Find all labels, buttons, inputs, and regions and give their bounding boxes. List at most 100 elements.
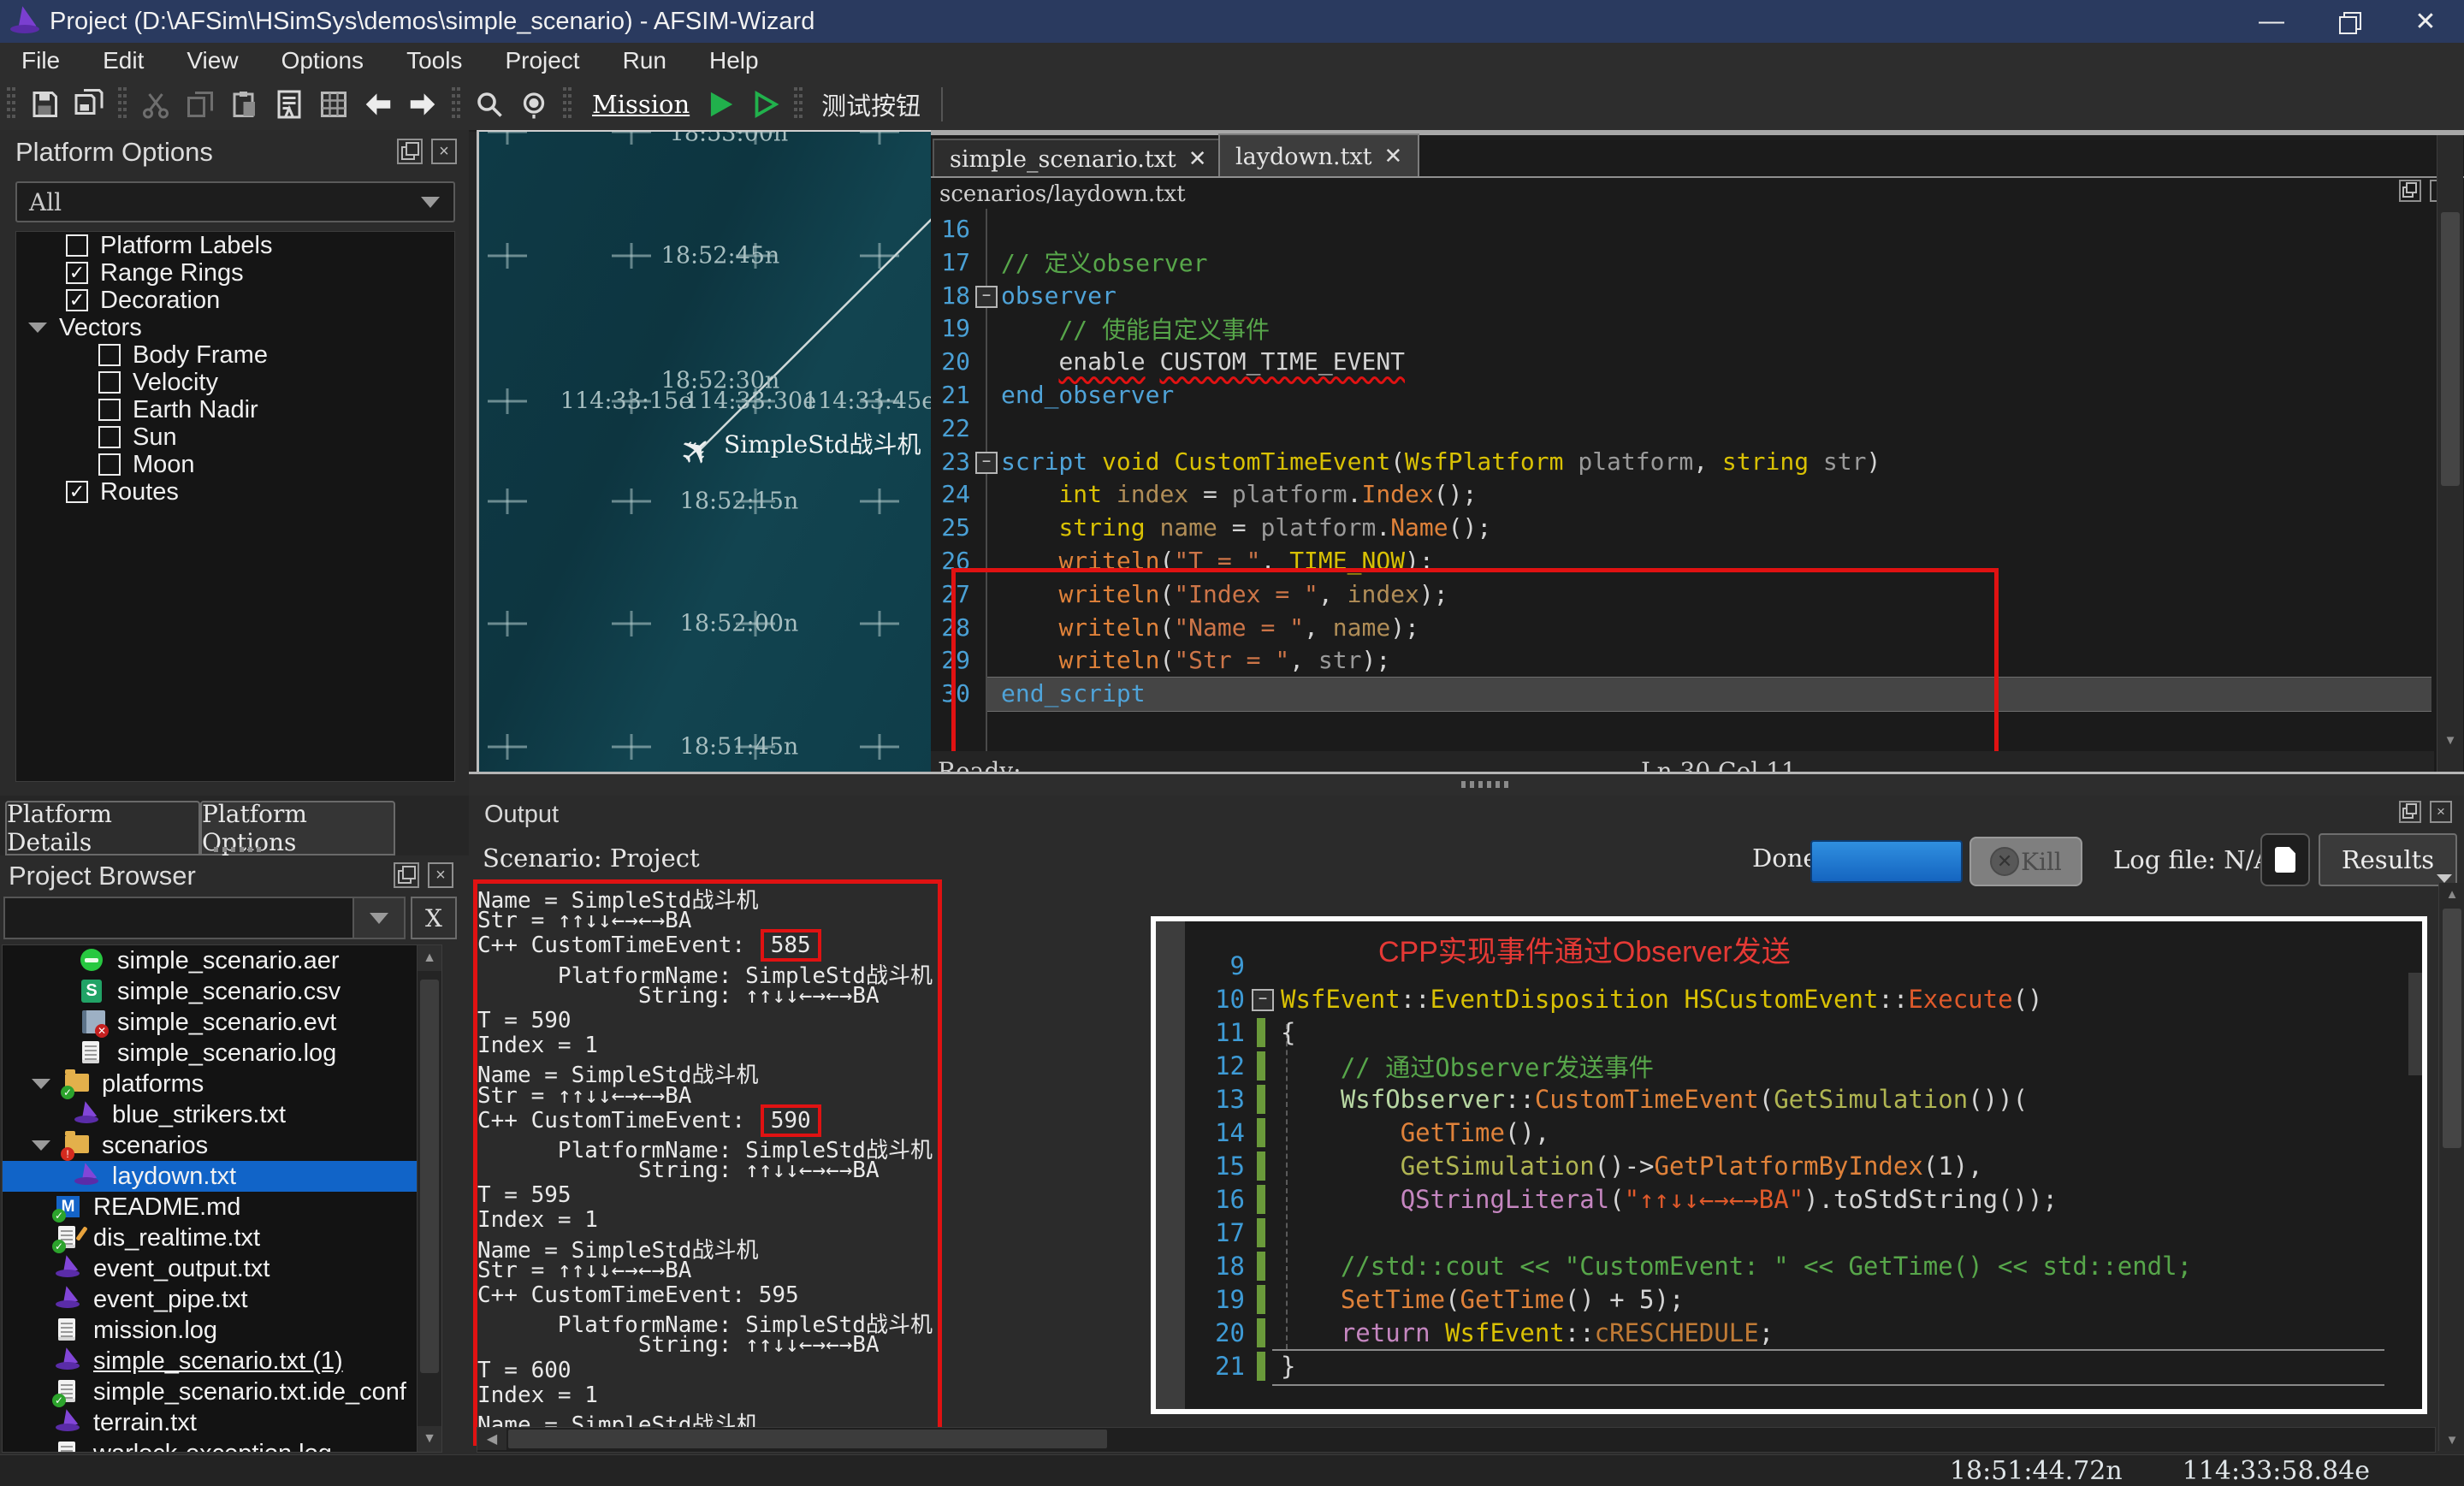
- visibility-button[interactable]: [512, 82, 556, 127]
- platform-option-earth-nadir[interactable]: Earth Nadir: [16, 396, 454, 423]
- scrollbar-thumb[interactable]: [2443, 909, 2461, 1148]
- print-preview-button[interactable]: [267, 82, 311, 127]
- toolbar-grip[interactable]: [7, 87, 15, 121]
- expander-icon[interactable]: [32, 1079, 50, 1089]
- minimize-button[interactable]: —: [2233, 0, 2310, 43]
- editor-scrollbar[interactable]: ▼: [2437, 135, 2463, 790]
- platform-option-moon[interactable]: Moon: [16, 451, 454, 478]
- save-all-button[interactable]: [67, 82, 111, 127]
- close-panel-icon[interactable]: ×: [2430, 801, 2452, 823]
- checkbox[interactable]: [98, 426, 121, 448]
- platform-option-sun[interactable]: Sun: [16, 423, 454, 451]
- file-readme-md[interactable]: M✓README.md: [3, 1192, 441, 1223]
- close-panel-icon[interactable]: ×: [428, 862, 453, 888]
- file-simple-scenario-aer[interactable]: simple_scenario.aer: [3, 945, 441, 976]
- file-mission-log[interactable]: mission.log: [3, 1315, 441, 1346]
- expander-icon[interactable]: [32, 1140, 50, 1151]
- toolbar-grip[interactable]: [563, 87, 572, 121]
- tab-laydown[interactable]: laydown.txt ✕: [1218, 133, 1419, 178]
- file-simple-scenario-evt[interactable]: ✕simple_scenario.evt: [3, 1007, 441, 1038]
- checkbox[interactable]: ✓: [66, 289, 88, 311]
- results-button[interactable]: Results: [2319, 833, 2457, 886]
- platform-option-platform-labels[interactable]: Platform Labels: [16, 232, 454, 259]
- file-blue-strikers-txt[interactable]: blue_strikers.txt: [3, 1099, 441, 1130]
- scrollbar-thumb[interactable]: [2441, 212, 2460, 486]
- close-panel-icon[interactable]: ×: [431, 139, 457, 164]
- file-scenarios[interactable]: !scenarios: [3, 1130, 441, 1161]
- toolbar-grip[interactable]: [794, 87, 803, 121]
- scroll-left-icon[interactable]: ◀: [477, 1428, 506, 1450]
- platform-option-routes[interactable]: ✓Routes: [16, 478, 454, 506]
- save-button[interactable]: [22, 82, 67, 127]
- script-browser-button[interactable]: [311, 82, 356, 127]
- toolbar-grip[interactable]: [118, 87, 127, 121]
- tree-scrollbar[interactable]: ▲ ▼: [417, 945, 441, 1452]
- paste-button[interactable]: [222, 82, 267, 127]
- file-simple-scenario-txt-1[interactable]: simple_scenario.txt (1): [3, 1346, 441, 1376]
- checkbox[interactable]: ✓: [66, 262, 88, 284]
- copy-button[interactable]: [178, 82, 222, 127]
- platform-filter-select[interactable]: All: [15, 181, 455, 222]
- menu-view[interactable]: View: [165, 43, 259, 79]
- menu-run[interactable]: Run: [601, 43, 688, 79]
- float-panel-icon[interactable]: [394, 862, 419, 888]
- project-filter-select[interactable]: [3, 897, 406, 939]
- scrollbar-thumb[interactable]: [508, 1430, 1107, 1448]
- toolbar-grip[interactable]: [452, 87, 460, 121]
- log-file-button[interactable]: [2260, 833, 2310, 886]
- file-simple-scenario-txt-ide-conf[interactable]: ✓simple_scenario.txt.ide_conf: [3, 1376, 441, 1407]
- test-button[interactable]: 测试按钮: [821, 86, 921, 122]
- menu-file[interactable]: File: [0, 43, 81, 79]
- file-laydown-txt[interactable]: laydown.txt: [3, 1161, 441, 1192]
- file-event-pipe-txt[interactable]: event_pipe.txt: [3, 1284, 441, 1315]
- close-tab-icon[interactable]: ✕: [1384, 144, 1403, 169]
- restore-button[interactable]: [2310, 0, 2387, 43]
- search-button[interactable]: [467, 82, 512, 127]
- file-dis-realtime-txt[interactable]: ✓dis_realtime.txt: [3, 1223, 441, 1253]
- menu-tools[interactable]: Tools: [385, 43, 483, 79]
- cut-button[interactable]: [133, 82, 178, 127]
- file-warlock-exception-log[interactable]: warlock-exception.log: [3, 1438, 441, 1453]
- platform-option-range-rings[interactable]: ✓Range Rings: [16, 259, 454, 287]
- platform-option-body-frame[interactable]: Body Frame: [16, 341, 454, 369]
- expander-icon[interactable]: [28, 323, 47, 333]
- run-alt-button[interactable]: [743, 82, 787, 127]
- platform-option-velocity[interactable]: Velocity: [16, 369, 454, 396]
- menu-project[interactable]: Project: [483, 43, 601, 79]
- fold-marker-icon[interactable]: −: [975, 452, 998, 474]
- scroll-down-icon[interactable]: ▼: [418, 1426, 441, 1452]
- run-mission-button[interactable]: [698, 82, 743, 127]
- chevron-down-icon[interactable]: [352, 898, 404, 938]
- horizontal-splitter[interactable]: [469, 772, 2464, 798]
- file-platforms[interactable]: ✓platforms: [3, 1069, 441, 1099]
- map-view[interactable]: ✈ SimpleStd战斗机 18:53:00n18:52:45n18:52:3…: [477, 130, 933, 776]
- checkbox[interactable]: [98, 344, 121, 366]
- float-panel-icon[interactable]: [2399, 801, 2421, 823]
- mission-dropdown[interactable]: Mission: [592, 90, 690, 119]
- platform-option-vectors[interactable]: Vectors: [16, 314, 454, 341]
- code-editor[interactable]: 1617// 定义observer18observer−19 // 使能自定义事…: [931, 209, 2434, 830]
- fold-marker-icon[interactable]: −: [975, 286, 998, 308]
- editor-top-splitter[interactable]: [931, 130, 2464, 135]
- menu-options[interactable]: Options: [260, 43, 386, 79]
- checkbox[interactable]: ✓: [66, 481, 88, 503]
- close-button[interactable]: ✕: [2387, 0, 2464, 43]
- scrollbar-thumb[interactable]: [420, 980, 439, 1373]
- kill-button[interactable]: ✕ Kill: [1969, 837, 2082, 886]
- file-terrain-txt[interactable]: terrain.txt: [3, 1407, 441, 1438]
- menu-help[interactable]: Help: [688, 43, 780, 79]
- file-event-output-txt[interactable]: event_output.txt: [3, 1253, 441, 1284]
- scroll-up-icon[interactable]: ▲: [418, 945, 441, 971]
- checkbox[interactable]: [66, 234, 88, 257]
- dock-grip[interactable]: [214, 847, 262, 852]
- tab-simple-scenario[interactable]: simple_scenario.txt ✕: [933, 139, 1224, 178]
- menu-edit[interactable]: Edit: [81, 43, 165, 79]
- tab-platform-details[interactable]: Platform Details: [5, 801, 200, 855]
- scroll-up-icon[interactable]: ▲: [2439, 883, 2464, 905]
- output-scrollbar[interactable]: ▲ ▼: [2438, 883, 2464, 1451]
- float-editor-icon[interactable]: [2399, 180, 2421, 202]
- scroll-down-icon[interactable]: ▼: [2437, 729, 2463, 751]
- close-tab-icon[interactable]: ✕: [1188, 146, 1207, 172]
- back-button[interactable]: [356, 82, 400, 127]
- scroll-down-icon[interactable]: ▼: [2439, 1429, 2464, 1451]
